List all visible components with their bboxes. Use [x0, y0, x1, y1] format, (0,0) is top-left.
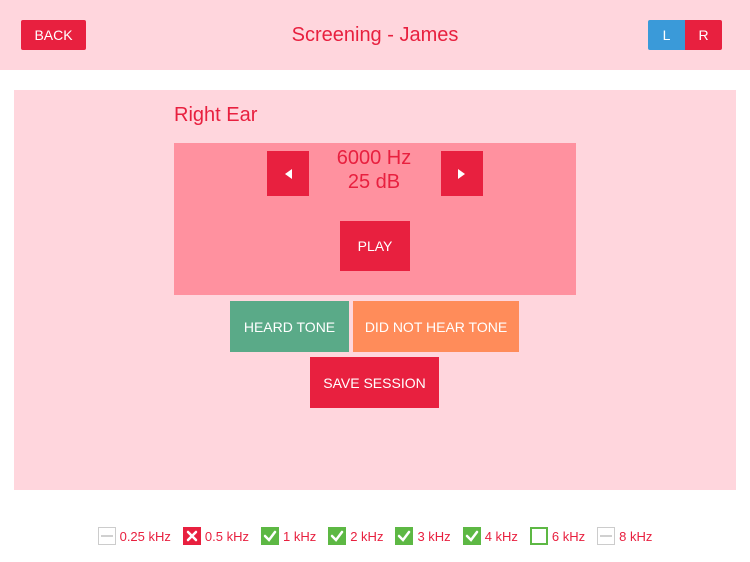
frequency-item[interactable]: 1 kHz [260, 527, 317, 545]
check-icon [263, 530, 277, 542]
frequency-item[interactable]: 3 kHz [395, 527, 451, 545]
back-button[interactable]: BACK [21, 20, 86, 50]
status-box [462, 527, 481, 545]
frequency-label: 8 kHz [619, 528, 653, 544]
frequency-label: 1 kHz [282, 528, 317, 544]
frequency-item[interactable]: 2 kHz [328, 527, 383, 545]
previous-frequency-button[interactable] [267, 151, 309, 196]
status-box [395, 527, 414, 545]
status-box [529, 527, 548, 545]
play-button[interactable]: PLAY [340, 221, 410, 271]
check-icon [330, 530, 344, 542]
status-box [328, 527, 347, 545]
next-frequency-button[interactable] [441, 151, 483, 196]
caret-left-icon [285, 168, 292, 179]
ear-label: Right Ear [174, 104, 258, 126]
tone-readout: 6000 Hz 25 dB [310, 146, 438, 194]
status-box [182, 527, 201, 545]
frequency-item[interactable]: 8 kHz [597, 527, 652, 545]
frequency-label: 3 kHz [417, 528, 451, 544]
frequency-value: 6000 Hz [336, 147, 412, 169]
ear-left-button[interactable]: L [648, 20, 685, 50]
cross-icon [186, 530, 198, 542]
status-box [260, 527, 279, 545]
frequency-item[interactable]: 6 kHz [529, 527, 586, 545]
frequency-label: 2 kHz [350, 528, 384, 544]
check-icon [398, 530, 411, 542]
frequency-label: 0.5 kHz [204, 528, 249, 544]
frequency-item[interactable]: 4 kHz [462, 527, 518, 545]
frequency-status-list: 0.25 kHz 0.5 kHz 1 kHz 2 kHz 3 kHz 4 kHz… [0, 522, 750, 550]
status-box [97, 527, 116, 545]
ear-right-button[interactable]: R [685, 20, 722, 50]
save-session-button[interactable]: SAVE SESSION [310, 357, 439, 408]
frequency-label: 0.25 kHz [119, 528, 171, 544]
did-not-hear-tone-button[interactable]: DID NOT HEAR TONE [353, 301, 519, 352]
frequency-label: 6 kHz [551, 528, 586, 544]
heard-tone-button[interactable]: HEARD TONE [230, 301, 349, 352]
status-box [597, 527, 616, 545]
caret-right-icon [458, 168, 465, 179]
ear-toggle: L R [648, 20, 722, 50]
check-icon [465, 530, 478, 542]
level-value: 25 dB [347, 171, 401, 193]
frequency-item[interactable]: 0.25 kHz [97, 527, 171, 545]
frequency-label: 4 kHz [484, 528, 518, 544]
header-bar [0, 0, 750, 70]
frequency-item[interactable]: 0.5 kHz [182, 527, 249, 545]
